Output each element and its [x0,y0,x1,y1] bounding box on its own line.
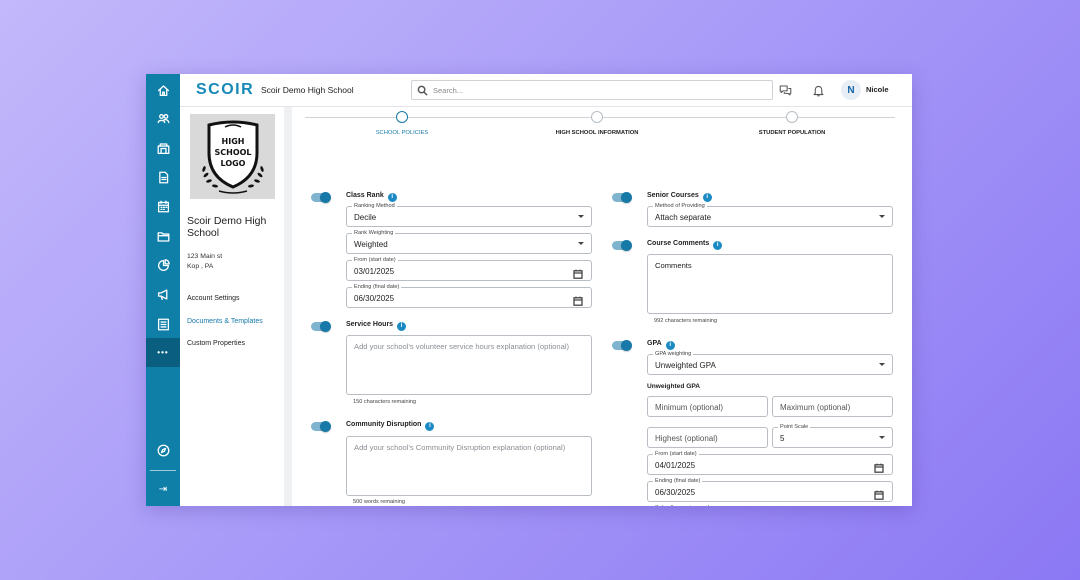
menu-account-settings[interactable]: Account Settings [187,295,240,302]
address-line-2: Kop , PA [187,263,214,270]
nav-rail: ••• ⇥ [146,74,180,506]
folder-icon[interactable] [146,222,180,250]
logo-line-1: HIGH [221,137,244,146]
users-icon[interactable] [146,104,180,132]
logout-icon[interactable]: ⇥ [146,475,180,503]
search-input[interactable] [433,83,763,97]
document-icon[interactable] [146,163,180,191]
pie-chart-icon[interactable] [146,251,180,279]
logo-line-3: LOGO [220,159,245,168]
user-name[interactable]: Nicole [866,85,889,94]
search-box[interactable] [411,80,773,100]
bell-icon[interactable] [810,82,826,98]
calendar-icon[interactable] [146,192,180,220]
school-profile-panel: HIGH SCHOOL LOGO Scoir Demo High School … [180,107,284,506]
school-logo-placeholder: HIGH SCHOOL LOGO [190,114,275,199]
menu-custom-properties[interactable]: Custom Properties [187,340,245,347]
scoir-logo[interactable]: SCOIR [196,81,254,99]
compass-icon[interactable] [146,436,180,464]
more-icon[interactable]: ••• [146,338,180,367]
panel-gutter [284,107,292,506]
school-icon[interactable] [146,134,180,162]
address-line-1: 123 Main st [187,253,223,260]
search-icon [417,85,428,96]
megaphone-icon[interactable] [146,280,180,308]
header-school-name: Scoir Demo High School [261,85,354,95]
lower-fields-container [292,107,912,506]
rail-divider [150,470,176,471]
top-bar: SCOIR Scoir Demo High School N Nicole ⌄ [180,74,912,107]
profile-address: 123 Main st Kop , PA [187,252,222,272]
menu-documents-templates[interactable]: Documents & Templates [187,318,263,325]
home-icon[interactable] [146,76,180,104]
school-logo-image: HIGH SCHOOL LOGO [201,120,264,194]
avatar[interactable]: N [841,80,861,100]
messages-icon[interactable] [777,82,793,98]
logo-line-2: SCHOOL [214,148,251,157]
profile-school-name: Scoir Demo High School [187,215,267,239]
list-icon[interactable] [146,310,180,338]
